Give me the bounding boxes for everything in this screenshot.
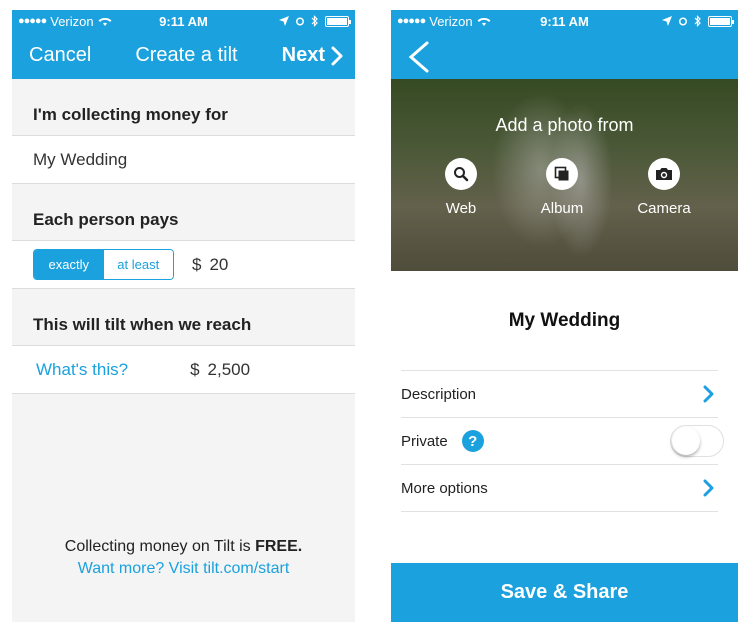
- free-notice: Collecting money on Tilt is FREE.: [12, 538, 355, 556]
- photo-option-camera[interactable]: Camera: [624, 158, 704, 217]
- tilt-details-screen: ●●●●● Verizon 9:11 AM Add a photo from W…: [391, 10, 738, 622]
- tilt-title: My Wedding: [508, 310, 621, 331]
- status-bar: ●●●●● Verizon 9:11 AM: [391, 10, 738, 32]
- album-icon: [554, 166, 569, 181]
- goal-value: 2,500: [207, 359, 251, 379]
- carrier-label: Verizon: [429, 13, 473, 29]
- photo-option-album[interactable]: Album: [522, 158, 602, 217]
- status-bar: ●●●●● Verizon 9:11 AM: [12, 10, 355, 32]
- tilt-start-link[interactable]: Want more? Visit tilt.com/start: [12, 560, 355, 578]
- help-icon[interactable]: ?: [461, 430, 484, 452]
- cover-photo: ●●●●● Verizon 9:11 AM Add a photo from W…: [391, 10, 738, 271]
- amount-currency: $: [192, 254, 202, 274]
- next-button[interactable]: Next: [282, 44, 343, 67]
- photo-option-label: Camera: [637, 200, 691, 217]
- photo-option-label: Album: [540, 200, 584, 217]
- battery-icon: [325, 15, 351, 27]
- location-arrow-icon: [279, 16, 289, 26]
- photo-option-label: Web: [445, 200, 477, 217]
- location-arrow-icon: [662, 16, 672, 26]
- segment-exactly[interactable]: exactly: [34, 250, 104, 279]
- next-label: Next: [281, 44, 325, 66]
- description-row[interactable]: Description: [401, 370, 718, 417]
- free-notice-bold: FREE.: [255, 538, 303, 555]
- divider: [401, 511, 718, 512]
- collecting-value: My Wedding: [33, 149, 128, 169]
- signal-icon: ●●●●●: [397, 15, 426, 27]
- bluetooth-icon: [694, 15, 701, 27]
- amount-value: 20: [209, 254, 229, 274]
- private-row: Private ?: [401, 417, 724, 464]
- wifi-icon: [477, 17, 491, 26]
- photo-option-web[interactable]: Web: [421, 158, 501, 217]
- more-options-label: More options: [401, 479, 488, 497]
- collecting-label: I'm collecting money for: [33, 105, 228, 124]
- description-label: Description: [401, 385, 477, 403]
- add-photo-label: Add a photo from: [495, 115, 634, 135]
- alarm-icon: [296, 17, 304, 26]
- search-icon: [454, 167, 469, 182]
- back-chevron-icon[interactable]: [405, 40, 433, 74]
- whats-this-link[interactable]: What's this?: [36, 360, 128, 380]
- goal-row: What's this? $2,500: [12, 345, 355, 394]
- signal-icon: ●●●●●: [18, 15, 47, 27]
- more-options-row[interactable]: More options: [401, 464, 718, 511]
- battery-icon: [708, 15, 734, 27]
- bluetooth-icon: [311, 15, 318, 27]
- tilt-label: This will tilt when we reach: [33, 315, 252, 334]
- free-notice-text: Collecting money on Tilt is: [64, 538, 256, 555]
- pay-mode-segmented-control[interactable]: exactly at least: [33, 249, 174, 280]
- cancel-button[interactable]: Cancel: [29, 44, 91, 67]
- chevron-right-icon: [703, 479, 714, 497]
- amount-input[interactable]: $20: [192, 255, 228, 275]
- save-share-button[interactable]: Save & Share: [391, 563, 738, 622]
- chevron-right-icon: [703, 385, 714, 403]
- carrier-label: Verizon: [50, 13, 94, 29]
- camera-icon: [656, 168, 672, 180]
- wifi-icon: [98, 17, 112, 26]
- segment-at-least[interactable]: at least: [103, 250, 173, 279]
- private-label: Private: [401, 432, 448, 450]
- amount-row: exactly at least $20: [12, 240, 355, 289]
- goal-currency: $: [190, 359, 200, 379]
- alarm-icon: [679, 17, 687, 26]
- private-toggle[interactable]: [670, 425, 724, 457]
- chevron-right-icon: [331, 46, 343, 65]
- collecting-input[interactable]: My Wedding: [12, 135, 355, 184]
- page-title: Create a tilt: [135, 44, 238, 66]
- each-person-label: Each person pays: [33, 210, 179, 229]
- goal-input[interactable]: $2,500: [190, 360, 250, 380]
- create-tilt-screen: ●●●●● Verizon 9:11 AM Cancel Create a ti…: [12, 10, 355, 622]
